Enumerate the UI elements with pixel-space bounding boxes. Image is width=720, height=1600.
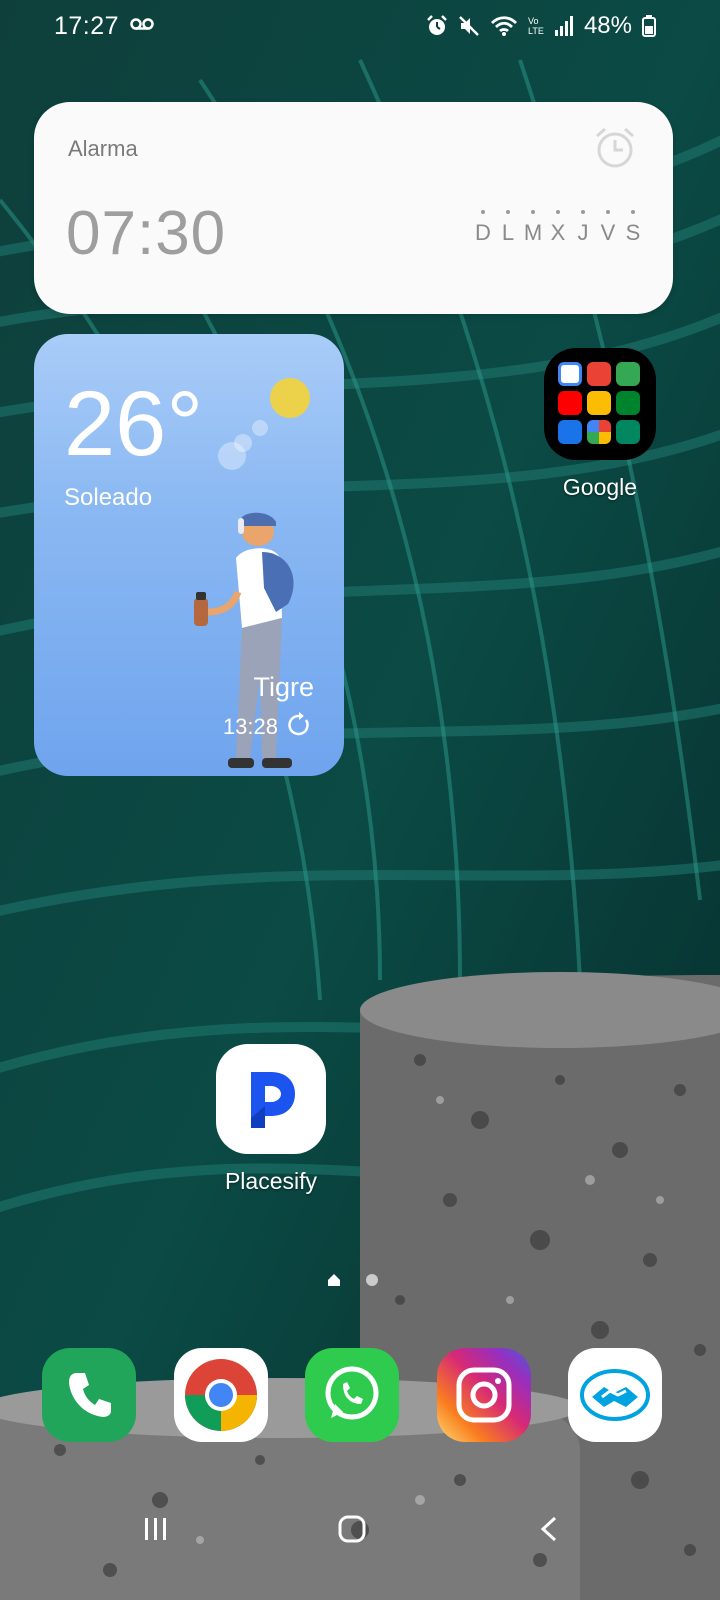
mute-icon bbox=[459, 16, 479, 36]
photos-icon bbox=[587, 420, 611, 444]
recent-apps-button[interactable] bbox=[126, 1504, 186, 1554]
alarm-days: D L M X J V S bbox=[473, 210, 643, 246]
placesify-icon bbox=[216, 1044, 326, 1154]
day-label: X bbox=[548, 210, 568, 246]
day-label: S bbox=[623, 210, 643, 246]
play-store-icon bbox=[616, 420, 640, 444]
app-label: Google bbox=[562, 474, 638, 500]
day-label: V bbox=[598, 210, 618, 246]
mercado-pago-app-icon[interactable] bbox=[568, 1348, 662, 1442]
dock bbox=[42, 1348, 662, 1444]
folder-icon bbox=[544, 348, 656, 460]
battery-percent: 48% bbox=[583, 12, 632, 39]
weather-condition: Soleado bbox=[64, 484, 153, 511]
instagram-app-icon[interactable] bbox=[436, 1348, 531, 1442]
navigation-bar bbox=[0, 1480, 720, 1580]
refresh-icon[interactable] bbox=[286, 712, 312, 738]
alarm-label: Alarma bbox=[68, 136, 138, 161]
status-time: 17:27 bbox=[54, 12, 120, 40]
cloud-icon bbox=[234, 434, 252, 452]
weather-temperature: 26° bbox=[64, 373, 204, 475]
volte-icon: Vo LTE bbox=[528, 16, 544, 36]
maps-icon bbox=[616, 362, 640, 386]
home-page-icon bbox=[328, 1274, 340, 1286]
voicemail-icon bbox=[130, 18, 154, 30]
cloud-icon bbox=[252, 420, 268, 436]
svg-text:Vo: Vo bbox=[528, 16, 539, 26]
whatsapp-app-icon[interactable] bbox=[305, 1348, 399, 1442]
google-folder[interactable]: Google bbox=[544, 348, 656, 501]
status-bar: 17:27 Vo LTE 48% bbox=[0, 0, 720, 52]
drive-icon bbox=[587, 391, 611, 415]
sun-icon bbox=[270, 378, 310, 418]
back-icon bbox=[540, 1516, 557, 1542]
chrome-app-icon[interactable] bbox=[173, 1348, 268, 1442]
weather-widget[interactable]: 26° Soleado Tigre 13:28 bbox=[34, 334, 344, 776]
day-label: L bbox=[498, 210, 518, 246]
duo-icon bbox=[558, 420, 582, 444]
svg-text:LTE: LTE bbox=[528, 26, 544, 36]
day-label: J bbox=[573, 210, 593, 246]
weather-location: Tigre bbox=[253, 672, 314, 702]
youtube-icon bbox=[558, 391, 582, 415]
wifi-icon bbox=[490, 16, 517, 36]
alarm-clock-icon bbox=[596, 127, 634, 168]
battery-icon bbox=[642, 15, 656, 37]
back-button[interactable] bbox=[520, 1504, 580, 1554]
day-label: D bbox=[473, 210, 493, 246]
app-label: Placesify bbox=[224, 1168, 318, 1194]
gmail-icon bbox=[587, 362, 611, 386]
weather-updated-time: 13:28 bbox=[222, 714, 278, 739]
day-label: M bbox=[523, 210, 543, 246]
home-button[interactable] bbox=[322, 1504, 382, 1554]
alarm-time: 07:30 bbox=[66, 199, 227, 268]
signal-icon bbox=[554, 16, 573, 36]
page-indicator[interactable] bbox=[326, 1272, 378, 1288]
alarm-widget[interactable]: Alarma 07:30 D L M X J V S bbox=[34, 102, 673, 314]
google-search-icon bbox=[558, 362, 582, 386]
alarm-icon bbox=[427, 15, 447, 35]
page-dot bbox=[366, 1274, 378, 1286]
home-icon bbox=[338, 1515, 366, 1543]
recent-apps-icon bbox=[145, 1518, 166, 1540]
placesify-app[interactable]: Placesify bbox=[216, 1044, 326, 1195]
meet-icon bbox=[616, 391, 640, 415]
phone-app-icon[interactable] bbox=[42, 1348, 136, 1442]
